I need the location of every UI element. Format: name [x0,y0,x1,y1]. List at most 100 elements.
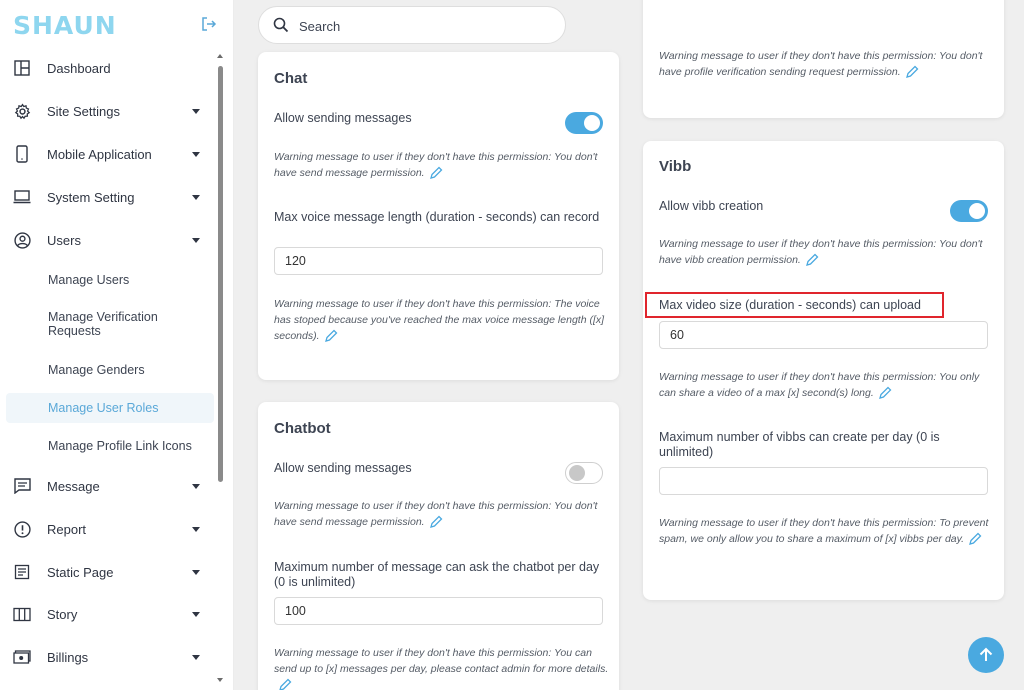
pencil-edit-icon[interactable] [278,678,292,690]
sidebar: SHAUN Dashboard Site Settings Mobile App… [0,0,234,690]
warning-message: Warning message to user if they don't ha… [659,236,989,268]
max-voice-length-label: Max voice message length (duration - sec… [274,210,600,224]
allow-sending-messages-label: Allow sending messages [274,461,412,475]
logout-icon[interactable] [201,16,217,32]
sidebar-item-message[interactable]: Message [0,466,216,506]
sidebar-item-label: Billings [47,649,89,665]
sidebar-item-label: Site Settings [47,103,120,119]
chevron-down-icon [192,483,200,489]
chevron-down-icon [192,194,200,200]
sidebar-subitem-manage-profile-link-icons[interactable]: Manage Profile Link Icons [6,431,214,461]
sidebar-item-users[interactable]: Users [0,220,216,260]
sidebar-scrollbar[interactable] [216,50,225,690]
scroll-down-arrow-icon[interactable] [217,678,223,682]
chat-permissions-card: Chat Allow sending messages Warning mess… [258,52,619,380]
pencil-edit-icon[interactable] [429,515,443,529]
max-vibbs-per-day-label: Maximum number of vibbs can create per d… [659,430,940,459]
arrow-up-icon [979,647,993,661]
chevron-down-icon [192,108,200,114]
profile-verification-card: Warning message to user if they don't ha… [643,0,1004,118]
vibb-permissions-card: Vibb Allow vibb creation Warning message… [643,141,1004,600]
pencil-edit-icon[interactable] [429,166,443,180]
app-logo[interactable]: SHAUN [13,11,117,40]
user-circle-icon [13,231,31,249]
message-icon [13,477,31,495]
highlight-box [645,292,944,318]
warning-message: Warning message to user if they don't ha… [659,369,989,401]
sidebar-item-billings[interactable]: Billings [0,637,216,677]
max-voice-length-input[interactable] [274,247,603,275]
dashboard-icon [13,59,31,77]
alert-icon [13,520,31,538]
toggle-knob [569,465,585,481]
sidebar-item-label: Story [47,606,78,622]
warning-message: Warning message to user if they don't ha… [659,48,989,80]
max-chatbot-messages-input[interactable] [274,597,603,625]
chevron-down-icon [192,654,200,660]
sidebar-subitem-manage-verification-requests[interactable]: Manage Verification Requests [6,302,214,346]
sidebar-subitem-manage-users[interactable]: Manage Users [6,265,214,295]
warning-text: Warning message to user if they don't ha… [274,647,609,675]
pencil-edit-icon[interactable] [878,386,892,400]
allow-sending-messages-toggle[interactable] [565,462,603,484]
warning-message: Warning message to user if they don't ha… [659,515,989,547]
chevron-down-icon [192,526,200,532]
sidebar-item-report[interactable]: Report [0,509,216,549]
document-icon [13,563,31,581]
pencil-edit-icon[interactable] [968,532,982,546]
max-video-size-input[interactable] [659,321,988,349]
max-vibbs-per-day-input[interactable] [659,467,988,495]
sidebar-item-label: Static Page [47,564,114,580]
sidebar-item-label: Message [47,478,100,494]
allow-vibb-creation-label: Allow vibb creation [659,199,764,213]
sidebar-item-label: Mobile Application [47,146,152,162]
allow-sending-messages-label: Allow sending messages [274,111,412,125]
scroll-up-arrow-icon[interactable] [217,54,223,58]
sidebar-item-static-page[interactable]: Static Page [0,552,216,592]
search-icon [273,17,289,33]
warning-text: Warning message to user if they don't ha… [659,517,989,545]
max-chatbot-messages-label: Maximum number of message can ask the ch… [274,560,600,589]
sidebar-item-system-setting[interactable]: System Setting [0,177,216,217]
warning-text: Warning message to user if they don't ha… [659,50,983,78]
warning-text: Warning message to user if they don't ha… [659,238,983,266]
gear-icon [13,102,31,120]
search-input[interactable] [299,16,549,36]
chatbot-permissions-card: Chatbot Allow sending messages Warning m… [258,402,619,690]
sidebar-item-label: Report [47,521,87,537]
laptop-icon [13,188,31,206]
chevron-down-icon [192,237,200,243]
toggle-knob [969,203,985,219]
search-bar[interactable] [258,6,566,44]
sidebar-item-label: Users [47,232,81,248]
warning-message: Warning message to user if they don't ha… [274,296,609,344]
allow-vibb-creation-toggle[interactable] [950,200,988,222]
sidebar-subitem-manage-user-roles[interactable]: Manage User Roles [6,393,214,423]
sidebar-item-label: Dashboard [47,60,111,76]
sidebar-item-story[interactable]: Story [0,594,216,634]
pencil-edit-icon[interactable] [905,65,919,79]
card-title: Chat [274,70,308,87]
scrollbar-thumb[interactable] [218,66,223,482]
warning-message: Warning message to user if they don't ha… [274,149,604,181]
mobile-icon [13,145,31,163]
allow-sending-messages-toggle[interactable] [565,112,603,134]
warning-message: Warning message to user if they don't ha… [274,498,604,530]
sidebar-item-label: System Setting [47,189,135,205]
sidebar-item-mobile-application[interactable]: Mobile Application [0,134,216,174]
sidebar-item-dashboard[interactable]: Dashboard [0,48,216,88]
columns-icon [13,605,31,623]
sidebar-subitem-manage-genders[interactable]: Manage Genders [6,355,214,385]
card-title: Vibb [659,158,692,175]
billing-icon [13,648,31,666]
warning-message: Warning message to user if they don't ha… [274,645,609,690]
pencil-edit-icon[interactable] [324,329,338,343]
scroll-to-top-button[interactable] [968,637,1004,673]
pencil-edit-icon[interactable] [805,253,819,267]
chevron-down-icon [192,151,200,157]
sidebar-item-site-settings[interactable]: Site Settings [0,91,216,131]
warning-text: Warning message to user if they don't ha… [659,371,980,399]
card-title: Chatbot [274,420,331,437]
chevron-down-icon [192,569,200,575]
toggle-knob [584,115,600,131]
